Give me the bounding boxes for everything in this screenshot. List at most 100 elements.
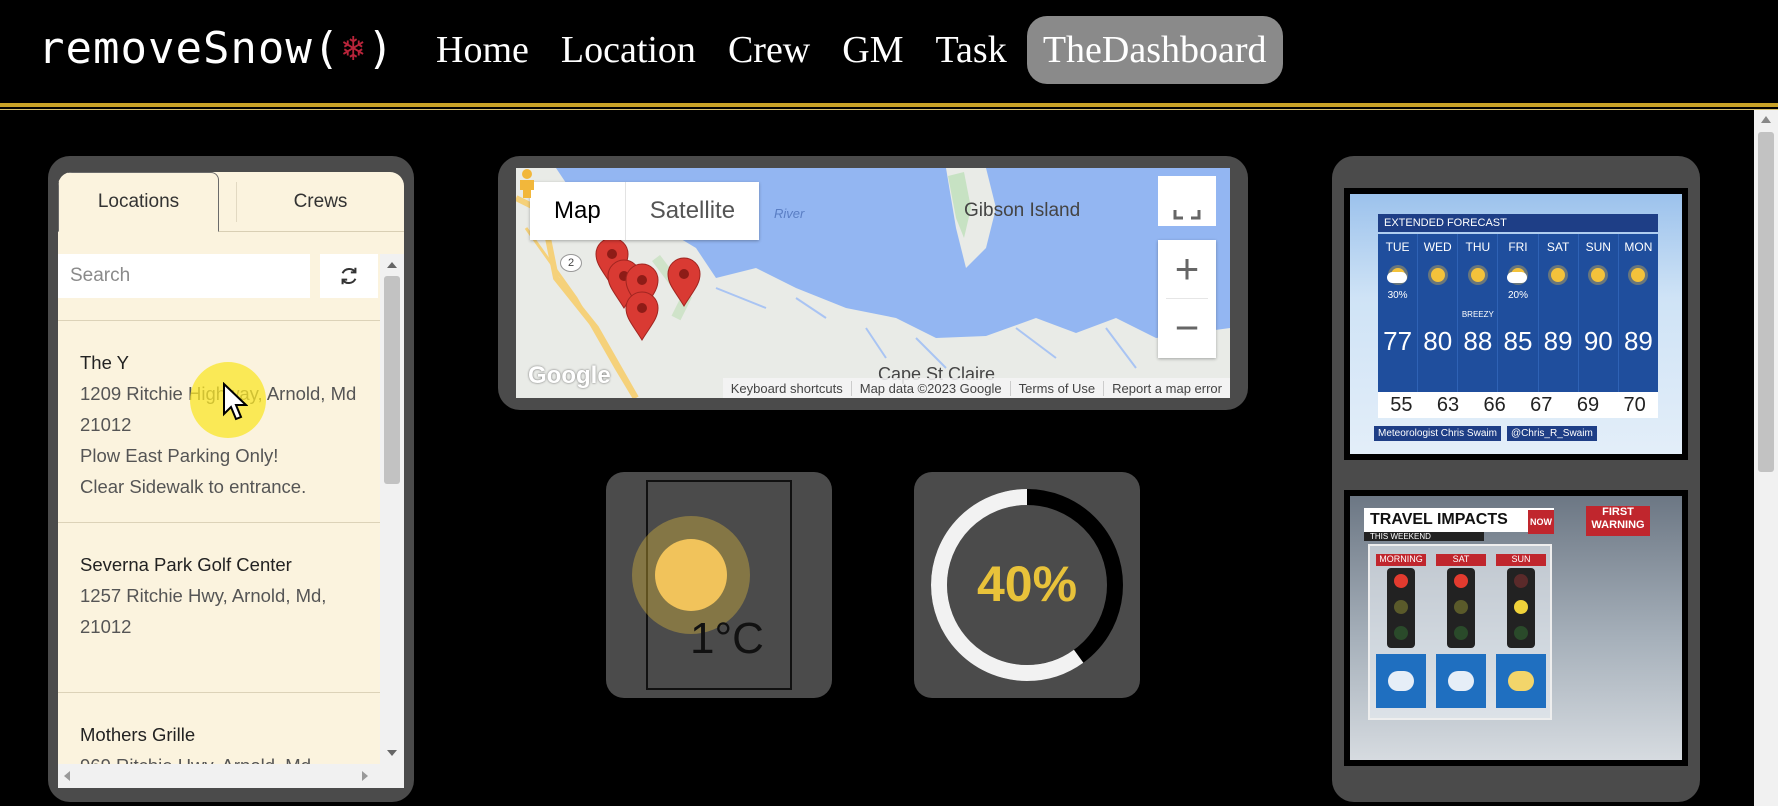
high-temp: 77 [1383, 326, 1413, 356]
first-warning-badge: FIRST WARNING [1586, 506, 1650, 536]
traffic-light-icon [1447, 568, 1475, 648]
google-logo: Google [528, 362, 611, 389]
high-temp: 89 [1543, 326, 1573, 356]
map-marker-icon[interactable] [667, 257, 701, 307]
list-item[interactable]: Mothers Grille 969 Ritchie Hwy, Arnold, … [58, 692, 380, 764]
forecast-day: THU BREEZY 88 [1458, 234, 1499, 392]
forecast-graphic: EXTENDED FORECAST TUE 30% 77 WED 80 THU BREEZY… [1350, 194, 1682, 454]
forecast-day-label: SAT [1546, 240, 1570, 254]
map-attribution: Keyboard shortcuts Map data ©2023 Google… [722, 378, 1230, 398]
forecast-image: EXTENDED FORECAST TUE 30% 77 WED 80 THU BREEZY… [1344, 188, 1688, 460]
nav-home[interactable]: Home [420, 16, 545, 84]
temperature-value: 1°C [690, 614, 764, 663]
terms-link[interactable]: Terms of Use [1009, 380, 1104, 396]
zoom-out-button[interactable]: − [1158, 299, 1216, 357]
nav-links: Home Location Crew GM Task TheDashboard [420, 16, 1283, 84]
impact-column: SUN [1496, 554, 1546, 708]
mouse-cursor-icon [223, 382, 248, 421]
tab-crews[interactable]: Crews [238, 172, 403, 232]
brand-text: removeSnow( [38, 22, 341, 74]
snowflake-icon: ❄ [342, 27, 366, 69]
report-error-link[interactable]: Report a map error [1103, 380, 1230, 396]
location-name: Mothers Grille [80, 724, 196, 745]
sun-icon [655, 539, 727, 611]
nav-divider [0, 103, 1778, 107]
nav-gm[interactable]: GM [826, 16, 919, 84]
scroll-up-icon[interactable] [387, 262, 397, 268]
impact-label: MORNING [1376, 554, 1426, 566]
scroll-right-icon[interactable] [362, 771, 368, 781]
page-scrollbar[interactable] [1754, 110, 1778, 806]
low-temp: 69 [1576, 393, 1600, 416]
social-handle: Meteorologist Chris Swaim [1374, 426, 1501, 441]
top-navbar: removeSnow( ❄ ) Home Location Crew GM Ta… [0, 0, 1778, 104]
now-badge: NOW [1528, 510, 1554, 534]
high-temp: 88 [1463, 326, 1493, 356]
low-temp: 63 [1436, 393, 1460, 416]
forecast-day: SUN 90 [1579, 234, 1619, 392]
map-marker-icon[interactable] [625, 291, 659, 341]
zoom-control: + − [1158, 240, 1216, 358]
horizontal-scrollbar[interactable] [58, 764, 404, 788]
snow-cloud-icon [1376, 654, 1426, 708]
brand-logo[interactable]: removeSnow( ❄ ) [38, 18, 395, 78]
scroll-up-icon[interactable] [1761, 116, 1771, 123]
low-temp: 70 [1623, 393, 1646, 416]
forecast-day-label: THU [1465, 240, 1491, 254]
scroll-down-icon[interactable] [387, 750, 397, 756]
map-type-satellite-button[interactable]: Satellite [626, 182, 759, 240]
panel-tabs: Locations Crews [58, 172, 404, 232]
map-type-control: Map Satellite [530, 182, 760, 240]
zoom-in-button[interactable]: + [1158, 240, 1216, 298]
locations-panel: Locations Crews The Y 1209 Ritchie Highw… [58, 172, 404, 788]
nav-location[interactable]: Location [545, 16, 712, 84]
scrollbar-thumb[interactable] [1758, 132, 1774, 472]
fullscreen-icon [1173, 210, 1201, 220]
map-view[interactable]: River Gibson Island Cape St Claire 2 Map… [516, 168, 1230, 398]
precip-chance: 20% [1507, 290, 1528, 301]
traffic-light-icon [1507, 568, 1535, 648]
sun-icon [1427, 264, 1449, 286]
nav-dashboard[interactable]: TheDashboard [1026, 16, 1283, 84]
progress-value: 40% [976, 556, 1078, 612]
search-input[interactable] [58, 254, 310, 298]
partly-cloudy-icon [1506, 264, 1529, 286]
list-scrollbar[interactable] [380, 254, 404, 764]
forecast-day: MON 89 [1619, 234, 1658, 392]
impact-column: SAT [1436, 554, 1486, 708]
forecast-day: TUE 30% 77 [1378, 234, 1419, 392]
forecast-day-label: WED [1423, 240, 1452, 254]
tab-locations[interactable]: Locations [58, 172, 219, 232]
pegman-icon[interactable] [516, 168, 538, 198]
travel-impacts-image: TRAVEL IMPACTS THIS WEEKEND NOW FIRST WA… [1344, 490, 1688, 766]
scroll-left-icon[interactable] [64, 771, 70, 781]
fullscreen-button[interactable] [1158, 176, 1216, 226]
forecast-day-label: MON [1624, 240, 1653, 254]
traffic-light-icon [1387, 568, 1415, 648]
forecast-day-label: SUN [1585, 240, 1611, 254]
low-temp: 67 [1530, 393, 1553, 416]
list-item[interactable]: Severna Park Golf Center 1257 Ritchie Hw… [58, 522, 380, 692]
sun-icon [1547, 264, 1569, 286]
low-temp: 66 [1483, 393, 1506, 416]
nav-crew[interactable]: Crew [712, 16, 826, 84]
map-data-text: Map data ©2023 Google [850, 380, 1010, 396]
travel-graphic: TRAVEL IMPACTS THIS WEEKEND NOW FIRST WA… [1350, 496, 1682, 760]
list-scrollbar-thumb[interactable] [384, 276, 400, 484]
high-temp: 89 [1623, 326, 1653, 356]
precip-chance: 30% [1387, 290, 1408, 301]
forecast-day-label: TUE [1385, 240, 1410, 254]
forecast-header: EXTENDED FORECAST [1378, 214, 1658, 232]
nav-task[interactable]: Task [919, 16, 1022, 84]
social-handle: @Chris_R_Swaim [1506, 426, 1597, 441]
high-temp: 80 [1423, 326, 1453, 356]
keyboard-shortcuts-link[interactable]: Keyboard shortcuts [723, 381, 851, 396]
travel-subtitle: THIS WEEKEND [1364, 532, 1484, 541]
sun-cloud-icon [1496, 654, 1546, 708]
refresh-button[interactable] [320, 254, 378, 298]
map-type-map-button[interactable]: Map [530, 182, 626, 240]
refresh-icon [341, 267, 357, 285]
forecast-lows: 55 63 66 67 69 70 [1378, 392, 1658, 418]
traffic-light-board: MORNING SAT SUN [1368, 544, 1552, 720]
impact-label: SUN [1496, 554, 1546, 566]
